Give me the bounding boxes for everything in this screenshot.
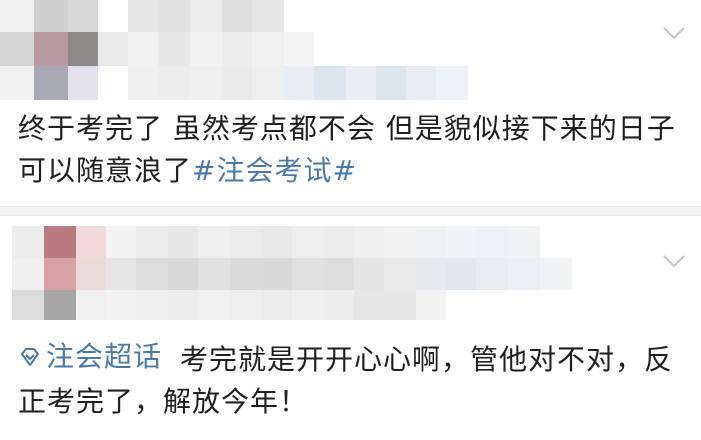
divider: [0, 206, 701, 216]
supertopic-link[interactable]: 注会超话: [18, 336, 162, 378]
post-2: 注会超话 考完就是开开心心啊，管他对不对，反正考完了，解放今年！: [0, 216, 701, 440]
chevron-down-icon[interactable]: [661, 20, 687, 46]
supertopic-label: 注会超话: [46, 340, 163, 373]
topic-link[interactable]: #注会考试#: [192, 154, 357, 187]
chevron-down-icon[interactable]: [661, 248, 687, 274]
post-1: 终于考完了 虽然考点都不会 但是貌似接下来的日子可以随意浪了#注会考试#: [0, 0, 701, 206]
diamond-icon: [18, 345, 42, 369]
post-text: 注会超话 考完就是开开心心啊，管他对不对，反正考完了，解放今年！: [18, 336, 681, 423]
post-text: 终于考完了 虽然考点都不会 但是貌似接下来的日子可以随意浪了#注会考试#: [18, 108, 681, 192]
